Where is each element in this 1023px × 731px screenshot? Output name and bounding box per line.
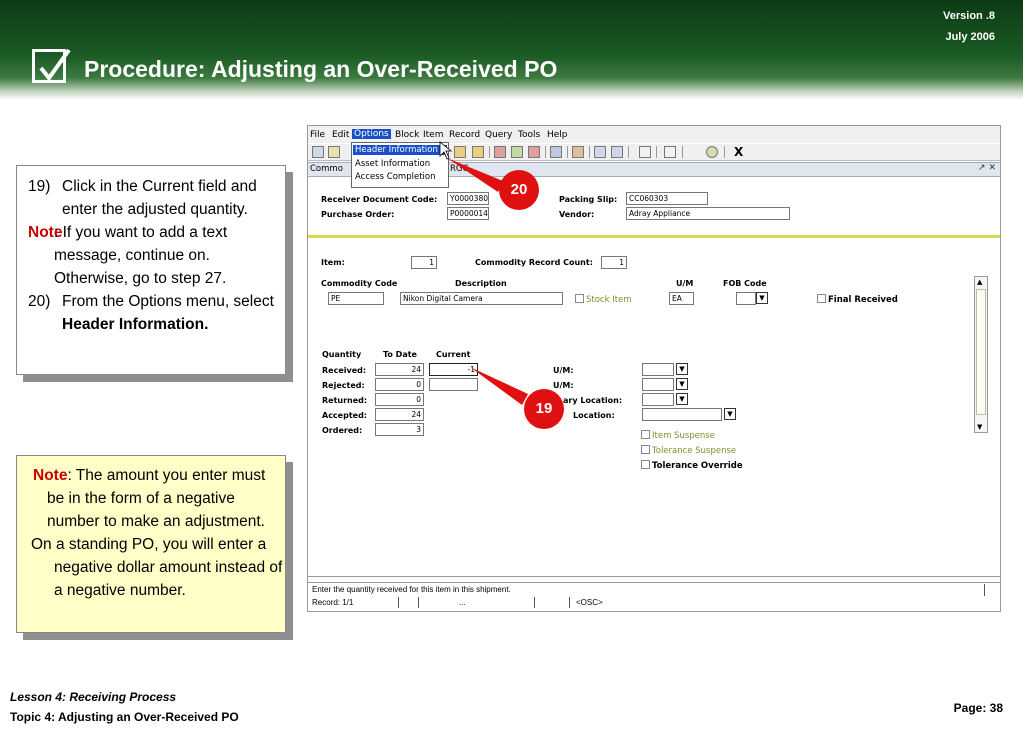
callout-arrows	[439, 141, 528, 405]
mouse-cursor-icon	[439, 141, 453, 160]
callout-19-pointer	[470, 367, 528, 405]
callout-20-pointer	[447, 158, 503, 192]
